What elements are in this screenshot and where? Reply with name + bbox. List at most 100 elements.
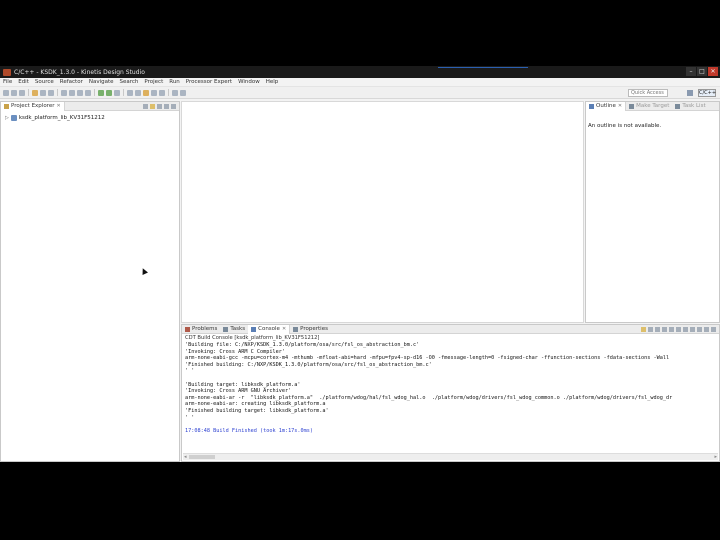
outline-view: Outline ✕ Make Target Task List An outli… <box>585 101 720 323</box>
collapse-all-icon[interactable] <box>143 104 148 109</box>
prev-annotation-icon[interactable] <box>159 89 165 96</box>
minimize-icon[interactable] <box>704 327 709 332</box>
open-perspective-icon[interactable] <box>687 90 693 96</box>
tab-tasks[interactable]: Tasks <box>220 325 248 334</box>
save-icon[interactable] <box>11 89 17 96</box>
tab-outline[interactable]: Outline ✕ <box>586 102 627 111</box>
console-line: 'Finished building: C:/NXP/KSDK_1.3.0/pl… <box>185 361 432 368</box>
folder-icon <box>4 103 9 109</box>
new-folder-icon[interactable] <box>77 89 83 96</box>
tab-make-target[interactable]: Make Target <box>626 102 672 111</box>
menu-source[interactable]: Source <box>35 79 54 85</box>
forward-icon[interactable] <box>180 89 186 96</box>
view-toolbar <box>143 104 176 109</box>
toolbar-separator <box>94 89 95 96</box>
back-icon[interactable] <box>172 89 178 96</box>
build-config-icon[interactable] <box>40 89 46 96</box>
console-toolbar <box>641 327 716 332</box>
menu-file[interactable]: File <box>3 79 12 85</box>
console-line: arm-none-eabi-ar: creating libksdk_platf… <box>185 401 326 408</box>
tab-console[interactable]: Console ✕ <box>248 325 291 334</box>
menu-run[interactable]: Run <box>169 79 180 85</box>
scroll-left-icon[interactable]: ◂ <box>184 454 187 460</box>
title-bar: C/C++ - KSDK_1.3.0 - Kinetis Design Stud… <box>0 66 720 78</box>
menu-search[interactable]: Search <box>120 79 139 85</box>
console-line: arm-none-eabi-gcc -mcpu=cortex-m4 -mthum… <box>185 355 670 362</box>
problems-icon <box>185 326 190 332</box>
tree-item-project[interactable]: ▷ ksdk_platform_lib_KV31F51212 <box>5 115 105 121</box>
open-console-icon[interactable] <box>690 327 695 332</box>
tab-label: Task List <box>682 102 706 109</box>
close-icon[interactable]: ✕ <box>708 67 718 76</box>
clean-icon[interactable] <box>48 89 54 96</box>
close-icon[interactable]: ✕ <box>618 102 622 111</box>
minimize-icon[interactable]: – <box>686 67 696 76</box>
console-output[interactable]: 'Building file: C:/NXP/KSDK_1.3.0/platfo… <box>185 342 717 451</box>
scroll-lock-icon[interactable] <box>662 327 667 332</box>
debug-icon[interactable] <box>98 89 104 96</box>
quick-access-input[interactable]: Quick Access <box>628 89 668 97</box>
scroll-right-icon[interactable]: ▸ <box>714 454 717 460</box>
chip-icon[interactable] <box>85 89 91 96</box>
save-all-icon[interactable] <box>19 89 25 96</box>
menu-edit[interactable]: Edit <box>18 79 29 85</box>
display-console-icon[interactable] <box>683 327 688 332</box>
tab-problems[interactable]: Problems <box>182 325 220 334</box>
next-annotation-icon[interactable] <box>151 89 157 96</box>
menu-window[interactable]: Window <box>238 79 260 85</box>
tab-task-list[interactable]: Task List <box>672 102 708 111</box>
console-line: 'Invoking: Cross ARM GNU Archiver' <box>185 388 292 395</box>
main-toolbar <box>0 87 720 99</box>
outline-message: An outline is not available. <box>588 123 662 129</box>
external-tools-icon[interactable] <box>114 89 120 96</box>
expand-icon[interactable]: ▷ <box>5 115 9 121</box>
menu-processor-expert[interactable]: Processor Expert <box>186 79 232 85</box>
console-line: 'Building target: libksdk_platform.a' <box>185 381 301 388</box>
menu-navigate[interactable]: Navigate <box>89 79 114 85</box>
maximize-icon[interactable] <box>171 104 176 109</box>
window-controls: – □ ✕ <box>686 67 718 76</box>
make-target-icon <box>629 103 635 109</box>
annotation-icon[interactable] <box>143 89 149 96</box>
view-menu-icon[interactable] <box>157 104 162 109</box>
tab-label: Project Explorer <box>11 102 55 109</box>
view-menu-icon[interactable] <box>697 327 702 332</box>
perspective-c-cpp-button[interactable]: C/C++ <box>698 89 716 97</box>
tab-project-explorer[interactable]: Project Explorer ✕ <box>1 102 65 111</box>
run-icon[interactable] <box>106 89 112 96</box>
tab-label: Make Target <box>636 102 670 109</box>
console-tabs: Problems Tasks Console ✕ Properties <box>182 325 719 334</box>
project-explorer-tabs: Project Explorer ✕ <box>1 102 179 111</box>
tab-label: Outline <box>596 102 616 109</box>
open-type-icon[interactable] <box>135 89 141 96</box>
new-class-icon[interactable] <box>61 89 67 96</box>
clear-console-icon[interactable] <box>655 327 660 332</box>
remove-launch-icon[interactable] <box>648 327 653 332</box>
terminate-icon[interactable] <box>641 327 646 332</box>
menu-help[interactable]: Help <box>266 79 279 85</box>
editor-area[interactable] <box>181 101 584 323</box>
close-icon[interactable]: ✕ <box>282 325 286 334</box>
maximize-icon[interactable] <box>711 327 716 332</box>
toolbar-separator <box>57 89 58 96</box>
menu-refactor[interactable]: Refactor <box>60 79 83 85</box>
word-wrap-icon[interactable] <box>669 327 674 332</box>
scrollbar-thumb[interactable] <box>189 455 215 459</box>
close-icon[interactable]: ✕ <box>56 102 60 111</box>
build-icon[interactable] <box>32 89 38 96</box>
minimize-icon[interactable] <box>164 104 169 109</box>
maximize-icon[interactable]: □ <box>697 67 707 76</box>
menu-project[interactable]: Project <box>144 79 163 85</box>
link-editor-icon[interactable] <box>150 104 155 109</box>
search-icon[interactable] <box>127 89 133 96</box>
toolbar-separator <box>168 89 169 96</box>
pin-console-icon[interactable] <box>676 327 681 332</box>
console-horizontal-scrollbar[interactable]: ◂ ▸ <box>183 453 718 460</box>
console-line: 'Finished building target: libksdk_platf… <box>185 407 329 414</box>
console-line: ' ' <box>185 368 195 375</box>
new-icon[interactable] <box>3 89 9 96</box>
new-file-icon[interactable] <box>69 89 75 96</box>
tab-properties[interactable]: Properties <box>290 325 331 334</box>
console-line: ' ' <box>185 414 195 421</box>
